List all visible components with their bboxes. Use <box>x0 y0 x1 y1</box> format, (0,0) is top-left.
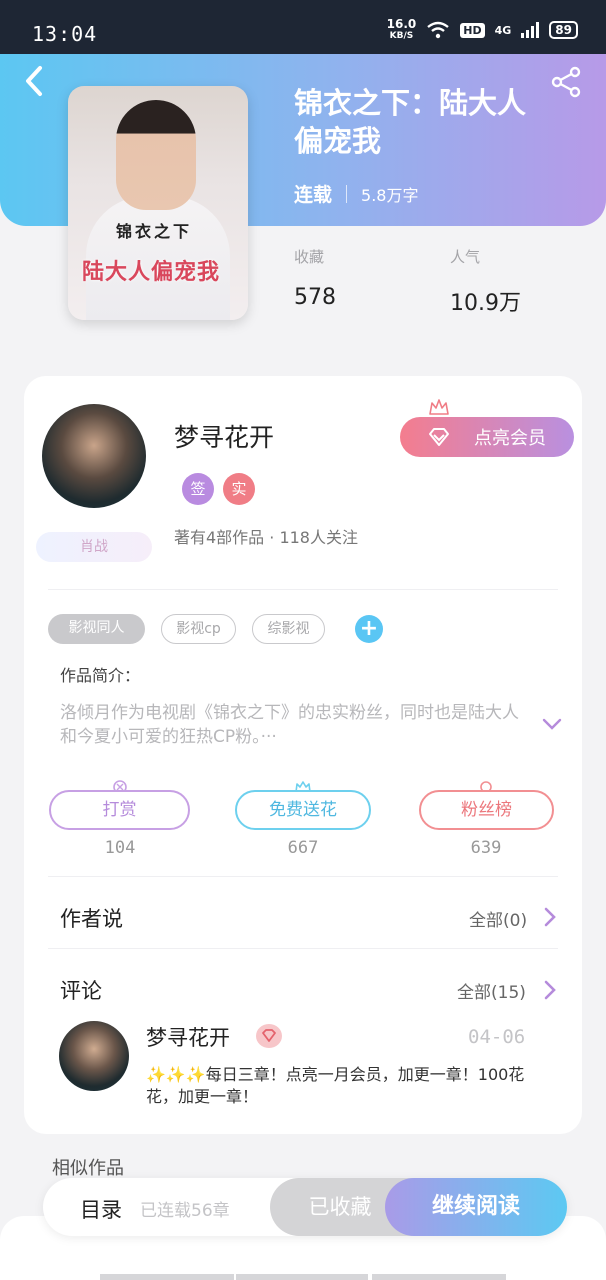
chevron-left-icon <box>26 66 42 96</box>
add-tag-button[interactable]: + <box>355 615 383 643</box>
diamond-icon <box>262 1029 276 1042</box>
verified-badge: 实 <box>223 473 255 505</box>
flower-count: 667 <box>287 838 319 858</box>
author-says-all-link[interactable]: 全部(0) <box>469 906 527 931</box>
author-stats: 著有4部作品 · 118人关注 <box>174 528 358 547</box>
book-status: 连载 <box>294 184 333 206</box>
commenter-avatar[interactable] <box>59 1021 129 1091</box>
book-meta: 连载 5.8万字 <box>294 180 418 207</box>
book-title: 锦衣之下：陆大人偏宠我 <box>294 86 527 158</box>
comment-text: ✨✨✨每日三章！点亮一月会员，加更一章！100花花，加更一章！ <box>146 1065 525 1106</box>
battery-icon: 89 <box>549 21 578 39</box>
similar-works-title: 相似作品 <box>52 1158 124 1179</box>
tip-button[interactable]: 打赏 <box>49 790 190 830</box>
author-says-title: 作者说 <box>60 907 123 931</box>
vip-button-label: 点亮会员 <box>474 428 546 449</box>
back-button[interactable] <box>20 64 50 98</box>
toc-button[interactable]: 目录 <box>80 1194 122 1224</box>
share-icon <box>551 66 581 98</box>
fans-count: 639 <box>470 838 502 858</box>
meta-divider <box>346 184 348 203</box>
stat-value: 578 <box>294 285 336 310</box>
cover-figure-head <box>116 100 196 210</box>
net-speed: 16.0 KB/S <box>387 18 417 42</box>
divider <box>48 876 558 877</box>
cover-title-line2: 陆大人偏宠我 <box>82 259 221 285</box>
status-bar: 13:04 16.0 KB/S HD 4G 89 <box>0 0 606 54</box>
tag[interactable]: 综影视 <box>252 614 325 644</box>
author-avatar[interactable] <box>42 404 146 508</box>
wifi-icon <box>427 21 450 39</box>
vip-button[interactable]: 点亮会员 <box>400 417 574 457</box>
signed-badge: 签 <box>182 473 214 505</box>
tag[interactable]: 影视同人 <box>48 614 145 644</box>
continue-reading-button[interactable]: 继续阅读 <box>385 1178 567 1236</box>
cover-title-line1: 锦衣之下 <box>116 222 193 241</box>
vip-diamond-badge <box>256 1024 282 1048</box>
book-word-count: 5.8万字 <box>361 185 419 205</box>
net-speed-value: 16.0 <box>386 17 417 31</box>
stat-favorites: 收藏 578 <box>294 246 336 310</box>
commenter-name[interactable]: 梦寻花开 <box>146 1022 230 1052</box>
signal-label: 4G <box>494 23 512 37</box>
chevron-down-icon[interactable] <box>540 712 564 736</box>
stat-label: 人气 <box>450 248 481 266</box>
comments-title: 评论 <box>60 979 102 1003</box>
status-indicators: 16.0 KB/S HD 4G 89 <box>387 18 578 42</box>
share-button[interactable] <box>550 66 582 98</box>
divider <box>48 589 558 590</box>
stat-label: 收藏 <box>294 248 325 266</box>
bottom-indicator <box>236 1274 368 1280</box>
comments-all-link[interactable]: 全部(15) <box>457 978 526 1003</box>
book-cover[interactable]: 锦衣之下 陆大人偏宠我 <box>68 86 248 320</box>
comment-date: 04-06 <box>468 1026 526 1048</box>
intro-label: 作品简介： <box>60 666 141 685</box>
hd-icon: HD <box>460 22 485 38</box>
author-name[interactable]: 梦寻花开 <box>174 418 274 454</box>
status-time: 13:04 <box>32 22 98 46</box>
tip-count: 104 <box>104 838 136 858</box>
intro-text: 洛倾月作为电视剧《锦衣之下》的忠实粉丝，同时也是陆大人和今夏小可爱的狂热CP粉。… <box>60 703 519 747</box>
signal-icon <box>521 22 540 38</box>
stat-popularity: 人气 10.9万 <box>450 246 521 317</box>
send-flower-button[interactable]: 免费送花 <box>235 790 371 830</box>
fans-rank-button[interactable]: 粉丝榜 <box>419 790 554 830</box>
toc-status: 已连载56章 <box>140 1201 230 1221</box>
bottom-indicator <box>372 1274 506 1280</box>
crown-icon <box>429 399 449 415</box>
net-speed-unit: KB/S <box>389 31 414 41</box>
diamond-icon <box>429 428 449 446</box>
divider <box>48 948 558 949</box>
avatar-tag: 肖战 <box>36 532 152 562</box>
chevron-right-icon[interactable] <box>542 906 558 928</box>
stat-value: 10.9万 <box>450 291 521 316</box>
tag[interactable]: 影视cp <box>161 614 236 644</box>
bottom-indicator <box>100 1274 234 1280</box>
chevron-right-icon[interactable] <box>542 979 558 1001</box>
